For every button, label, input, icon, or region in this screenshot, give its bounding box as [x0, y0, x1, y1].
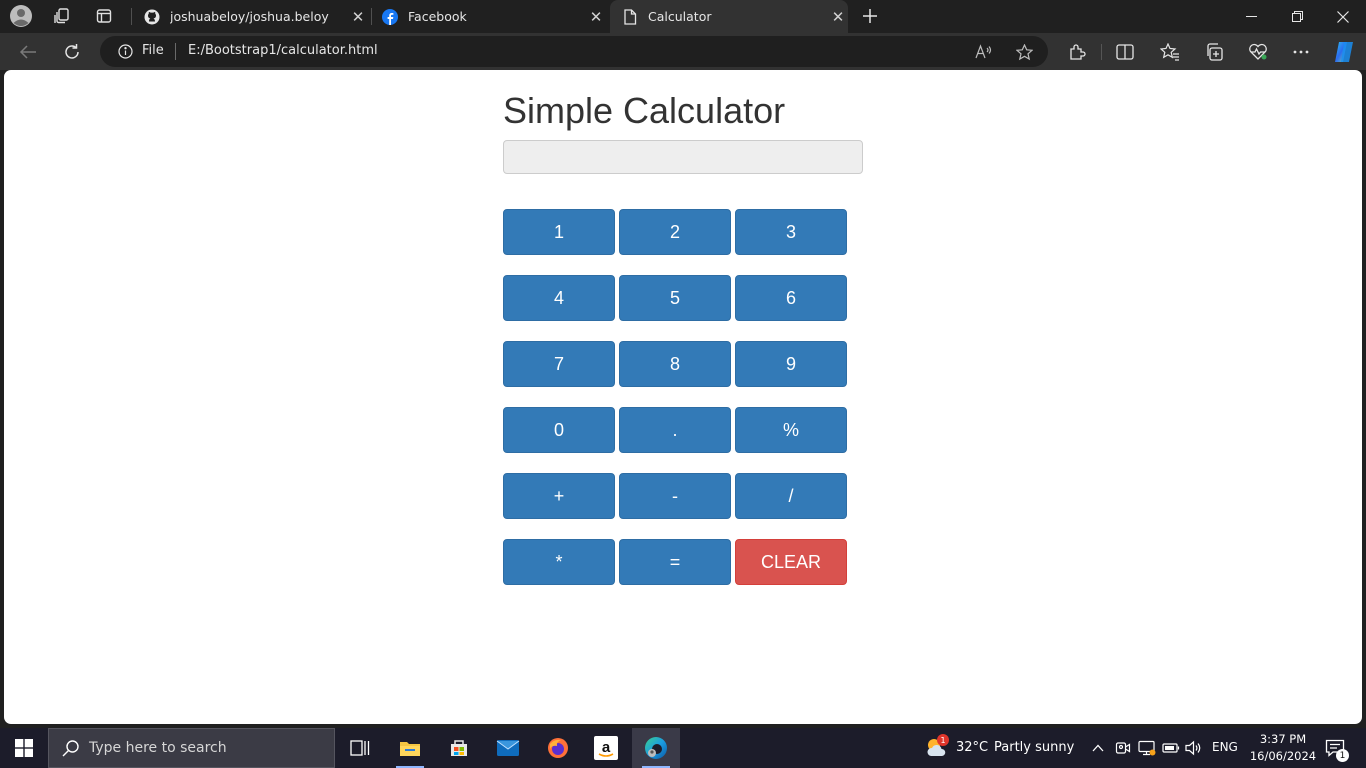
page-icon — [622, 8, 638, 25]
taskbar-search[interactable]: Type here to search — [48, 728, 335, 768]
minimize-button[interactable] — [1228, 0, 1274, 33]
notification-center-icon[interactable]: 1 — [1323, 736, 1349, 762]
browser-toolbar: File E:/Bootstrap1/calculator.html — [0, 33, 1366, 70]
refresh-button[interactable] — [57, 37, 87, 67]
page-title: Simple Calculator — [503, 90, 786, 131]
site-info-label[interactable]: File — [142, 43, 164, 58]
copilot-icon[interactable] — [1329, 37, 1359, 67]
key-1-button[interactable]: 1 — [503, 209, 615, 255]
browser-tab-strip: joshuabeloy/joshua.beloy ✕ Facebook ✕ Ca… — [0, 0, 1366, 33]
file-explorer-icon[interactable] — [386, 728, 434, 768]
tab-title: Calculator — [648, 9, 712, 24]
microsoft-store-icon[interactable] — [435, 728, 483, 768]
key-clear-button[interactable]: CLEAR — [735, 539, 847, 585]
key-2-button[interactable]: 2 — [619, 209, 731, 255]
key-multiply-button[interactable]: * — [503, 539, 615, 585]
github-icon — [144, 9, 160, 25]
back-button[interactable] — [13, 37, 43, 67]
page-viewport: Simple Calculator 1 2 3 4 5 6 7 8 9 0.% + - / * = CLEAR — [4, 70, 1362, 724]
key-8-button[interactable]: 8 — [619, 341, 731, 387]
firefox-icon[interactable] — [534, 728, 582, 768]
key-divide-button[interactable]: / — [735, 473, 847, 519]
facebook-icon — [382, 8, 398, 25]
address-bar[interactable]: File E:/Bootstrap1/calculator.html — [100, 36, 1048, 67]
svg-text:a: a — [602, 739, 611, 756]
key-minus-button[interactable]: - — [619, 473, 731, 519]
close-tab-icon[interactable]: ✕ — [828, 7, 848, 27]
key-equals-button[interactable]: = — [619, 539, 731, 585]
search-icon — [61, 738, 81, 758]
weather-temperature[interactable]: 32°C — [956, 740, 988, 755]
split-screen-icon[interactable] — [1110, 37, 1140, 67]
key-plus-button[interactable]: + — [503, 473, 615, 519]
tab-github[interactable]: joshuabeloy/joshua.beloy ✕ — [136, 0, 368, 33]
edge-icon[interactable] — [632, 728, 680, 768]
volume-icon[interactable] — [1184, 738, 1204, 758]
battery-icon[interactable] — [1161, 738, 1181, 758]
url-text[interactable]: E:/Bootstrap1/calculator.html — [188, 43, 378, 58]
start-button[interactable] — [0, 728, 48, 768]
toolbar-separator — [1101, 44, 1102, 60]
restore-button[interactable] — [1274, 0, 1320, 33]
profile-icon[interactable] — [9, 4, 33, 28]
close-tab-icon[interactable]: ✕ — [586, 7, 606, 27]
close-tab-icon[interactable]: ✕ — [348, 7, 368, 27]
key-5-button[interactable]: 5 — [619, 275, 731, 321]
input-language[interactable]: ENG — [1212, 740, 1238, 754]
new-tab-icon[interactable] — [858, 4, 882, 28]
favorites-icon[interactable] — [1155, 37, 1185, 67]
tab-facebook[interactable]: Facebook ✕ — [374, 0, 606, 33]
key-0-button[interactable]: 0 — [503, 407, 615, 453]
favorite-star-icon[interactable] — [1014, 42, 1034, 62]
tab-separator — [131, 8, 132, 25]
key-9-button[interactable]: 9 — [735, 341, 847, 387]
key-4-button[interactable]: 4 — [503, 275, 615, 321]
extensions-icon[interactable] — [1062, 37, 1092, 67]
workspaces-icon[interactable] — [50, 4, 74, 28]
tab-title: Facebook — [408, 9, 467, 24]
weather-alert-badge: 1 — [937, 734, 949, 746]
amazon-icon[interactable]: a — [582, 728, 630, 768]
key-decimal-button[interactable]: . — [619, 407, 731, 453]
close-window-button[interactable] — [1320, 0, 1366, 33]
key-percent-button[interactable]: % — [735, 407, 847, 453]
notification-count-badge: 1 — [1336, 749, 1349, 762]
tab-calculator[interactable]: Calculator ✕ — [610, 0, 848, 33]
tab-actions-icon[interactable] — [92, 4, 116, 28]
address-divider — [175, 43, 176, 60]
network-icon[interactable] — [1137, 738, 1157, 758]
mail-icon[interactable] — [484, 728, 532, 768]
tab-separator — [371, 8, 372, 25]
read-aloud-icon[interactable] — [974, 42, 994, 62]
clock[interactable]: 3:37 PM 16/06/2024 — [1248, 731, 1318, 765]
tab-title: joshuabeloy/joshua.beloy — [170, 9, 329, 24]
key-7-button[interactable]: 7 — [503, 341, 615, 387]
browser-essentials-icon[interactable] — [1243, 37, 1273, 67]
clock-time: 3:37 PM — [1259, 732, 1307, 746]
settings-more-icon[interactable] — [1286, 37, 1316, 67]
meet-now-icon[interactable] — [1113, 738, 1133, 758]
collections-icon[interactable] — [1199, 37, 1229, 67]
info-icon[interactable] — [118, 44, 133, 59]
calculator-display[interactable] — [503, 140, 863, 174]
weather-description[interactable]: Partly sunny — [994, 740, 1074, 755]
windows-logo-icon — [15, 739, 33, 757]
search-placeholder: Type here to search — [89, 740, 227, 756]
chevron-up-icon[interactable] — [1088, 738, 1108, 758]
key-3-button[interactable]: 3 — [735, 209, 847, 255]
clock-date: 16/06/2024 — [1249, 749, 1317, 763]
key-6-button[interactable]: 6 — [735, 275, 847, 321]
task-view-icon[interactable] — [336, 728, 384, 768]
weather-partly-sunny-icon[interactable]: 1 — [925, 734, 949, 760]
windows-taskbar: Type here to search a 1 32°C Partly sunn… — [0, 728, 1366, 768]
